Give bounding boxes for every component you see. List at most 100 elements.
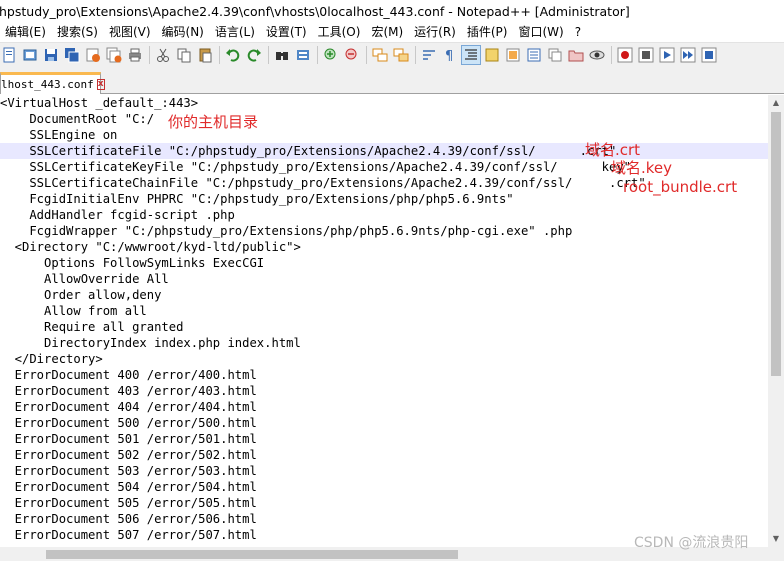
code-line: ErrorDocument 502 /error/502.html bbox=[0, 448, 257, 462]
show-all-chars-icon[interactable]: ¶ bbox=[441, 46, 459, 64]
code-line: DocumentRoot "C:/ bbox=[0, 112, 155, 126]
menu-run[interactable]: 运行(R) bbox=[409, 22, 462, 42]
code-line: SSLCertificateChainFile "C:/phpstudy_pro… bbox=[0, 176, 646, 190]
code-line: Order allow,deny bbox=[0, 288, 162, 302]
toolbar-separator bbox=[317, 45, 318, 64]
sync-horizontal-icon[interactable] bbox=[392, 46, 410, 64]
menu-bar: 编辑(E) 搜索(S) 视图(V) 编码(N) 语言(L) 设置(T) 工具(O… bbox=[0, 22, 784, 42]
tab-localhost-443-conf[interactable]: lhost_443.conf x bbox=[0, 72, 105, 94]
function-list-icon[interactable] bbox=[525, 46, 543, 64]
annotation-crt: 域名.crt bbox=[585, 141, 641, 159]
code-line: FcgidInitialEnv PHPRC "C:/phpstudy_pro/E… bbox=[0, 192, 514, 206]
zoom-out-icon[interactable] bbox=[343, 46, 361, 64]
menu-search[interactable]: 搜索(S) bbox=[52, 22, 104, 42]
monitor-icon[interactable] bbox=[588, 46, 606, 64]
save-macro-icon[interactable] bbox=[700, 46, 718, 64]
tab-close-icon[interactable]: x bbox=[96, 79, 105, 90]
vertical-scrollbar[interactable]: ▲ ▼ bbox=[768, 95, 784, 547]
find-icon[interactable] bbox=[273, 46, 291, 64]
undo-icon[interactable] bbox=[224, 46, 242, 64]
tab-bar: lhost_443.conf x bbox=[0, 66, 784, 94]
save-all-icon[interactable] bbox=[63, 46, 81, 64]
code-editor[interactable]: <VirtualHost _default_:443> DocumentRoot… bbox=[0, 95, 768, 547]
new-file-icon[interactable] bbox=[0, 46, 18, 64]
annotation-root-dir: 你的主机目录 bbox=[168, 113, 259, 131]
record-macro-icon[interactable] bbox=[616, 46, 634, 64]
annotation-key: 域名.key bbox=[611, 159, 673, 177]
copy-icon[interactable] bbox=[175, 46, 193, 64]
menu-window[interactable]: 窗口(W) bbox=[513, 22, 569, 42]
code-line: AddHandler fcgid-script .php bbox=[0, 208, 235, 222]
stop-macro-icon[interactable] bbox=[637, 46, 655, 64]
code-line: </Directory> bbox=[0, 352, 103, 366]
close-icon[interactable] bbox=[84, 46, 102, 64]
toolbar-separator bbox=[415, 45, 416, 64]
annotation-chain: root_bundle.crt bbox=[623, 178, 738, 196]
menu-encoding[interactable]: 编码(N) bbox=[157, 22, 210, 42]
menu-help[interactable]: ? bbox=[570, 22, 587, 42]
watermark: CSDN @流浪贵阳 bbox=[634, 535, 749, 551]
toolbar-separator bbox=[149, 45, 150, 64]
lang-define-icon[interactable] bbox=[483, 46, 501, 64]
code-line: ErrorDocument 506 /error/506.html bbox=[0, 512, 257, 526]
code-line: Allow from all bbox=[0, 304, 147, 318]
word-wrap-icon[interactable] bbox=[420, 46, 438, 64]
code-line: SSLCertificateKeyFile "C:/phpstudy_pro/E… bbox=[0, 160, 632, 174]
code-line: SSLEngine on bbox=[0, 128, 118, 142]
code-line: ErrorDocument 403 /error/403.html bbox=[0, 384, 257, 398]
menu-settings[interactable]: 设置(T) bbox=[261, 22, 313, 42]
folder-workspace-icon[interactable] bbox=[546, 46, 564, 64]
open-file-icon[interactable] bbox=[21, 46, 39, 64]
redo-icon[interactable] bbox=[245, 46, 263, 64]
run-macro-multiple-icon[interactable] bbox=[679, 46, 697, 64]
doc-map-icon[interactable] bbox=[504, 46, 522, 64]
toolbar-separator bbox=[366, 45, 367, 64]
code-line: ErrorDocument 501 /error/501.html bbox=[0, 432, 257, 446]
scroll-up-icon[interactable]: ▲ bbox=[768, 95, 784, 111]
scrollbar-corner bbox=[768, 547, 784, 561]
folder-icon[interactable] bbox=[567, 46, 585, 64]
replace-icon[interactable] bbox=[294, 46, 312, 64]
scroll-down-icon[interactable]: ▼ bbox=[768, 531, 784, 547]
svg-text:¶: ¶ bbox=[445, 49, 453, 63]
menu-tools[interactable]: 工具(O) bbox=[313, 22, 367, 42]
indent-guide-icon[interactable] bbox=[461, 44, 481, 65]
code-line: AllowOverride All bbox=[0, 272, 169, 286]
toolbar: ¶ bbox=[0, 42, 784, 66]
cut-icon[interactable] bbox=[154, 46, 172, 64]
horizontal-scroll-thumb[interactable] bbox=[46, 550, 458, 559]
menu-macro[interactable]: 宏(M) bbox=[366, 22, 409, 42]
code-line: SSLCertificateFile "C:/phpstudy_pro/Exte… bbox=[0, 144, 617, 158]
save-icon[interactable] bbox=[42, 46, 60, 64]
toolbar-separator bbox=[268, 45, 269, 64]
menu-edit[interactable]: 编辑(E) bbox=[0, 22, 52, 42]
code-line: ErrorDocument 505 /error/505.html bbox=[0, 496, 257, 510]
code-line: <Directory "C:/wwwroot/kyd-ltd/public"> bbox=[0, 240, 301, 254]
toolbar-separator bbox=[611, 45, 612, 64]
paste-icon[interactable] bbox=[196, 46, 214, 64]
play-macro-icon[interactable] bbox=[658, 46, 676, 64]
menu-view[interactable]: 视图(V) bbox=[104, 22, 157, 42]
code-line: ErrorDocument 503 /error/503.html bbox=[0, 464, 257, 478]
vertical-scroll-thumb[interactable] bbox=[771, 112, 781, 376]
print-icon[interactable] bbox=[126, 46, 144, 64]
window-title: hpstudy_pro\Extensions\Apache2.4.39\conf… bbox=[0, 3, 630, 19]
code-line: ErrorDocument 500 /error/500.html bbox=[0, 416, 257, 430]
zoom-in-icon[interactable] bbox=[322, 46, 340, 64]
code-line: Options FollowSymLinks ExecCGI bbox=[0, 256, 265, 270]
toolbar-separator bbox=[219, 45, 220, 64]
code-line: Require all granted bbox=[0, 320, 184, 334]
code-line: FcgidWrapper "C:/phpstudy_pro/Extensions… bbox=[0, 224, 573, 238]
code-line: DirectoryIndex index.php index.html bbox=[0, 336, 301, 350]
code-line: ErrorDocument 400 /error/400.html bbox=[0, 368, 257, 382]
code-line: ErrorDocument 504 /error/504.html bbox=[0, 480, 257, 494]
sync-vertical-icon[interactable] bbox=[371, 46, 389, 64]
title-bar: hpstudy_pro\Extensions\Apache2.4.39\conf… bbox=[0, 0, 784, 22]
code-line: ErrorDocument 507 /error/507.html bbox=[0, 528, 257, 542]
code-line: ErrorDocument 404 /error/404.html bbox=[0, 400, 257, 414]
code-line: <VirtualHost _default_:443> bbox=[0, 96, 199, 110]
tab-label: lhost_443.conf bbox=[1, 78, 94, 91]
menu-language[interactable]: 语言(L) bbox=[210, 22, 261, 42]
menu-plugins[interactable]: 插件(P) bbox=[462, 22, 514, 42]
close-all-icon[interactable] bbox=[105, 46, 123, 64]
